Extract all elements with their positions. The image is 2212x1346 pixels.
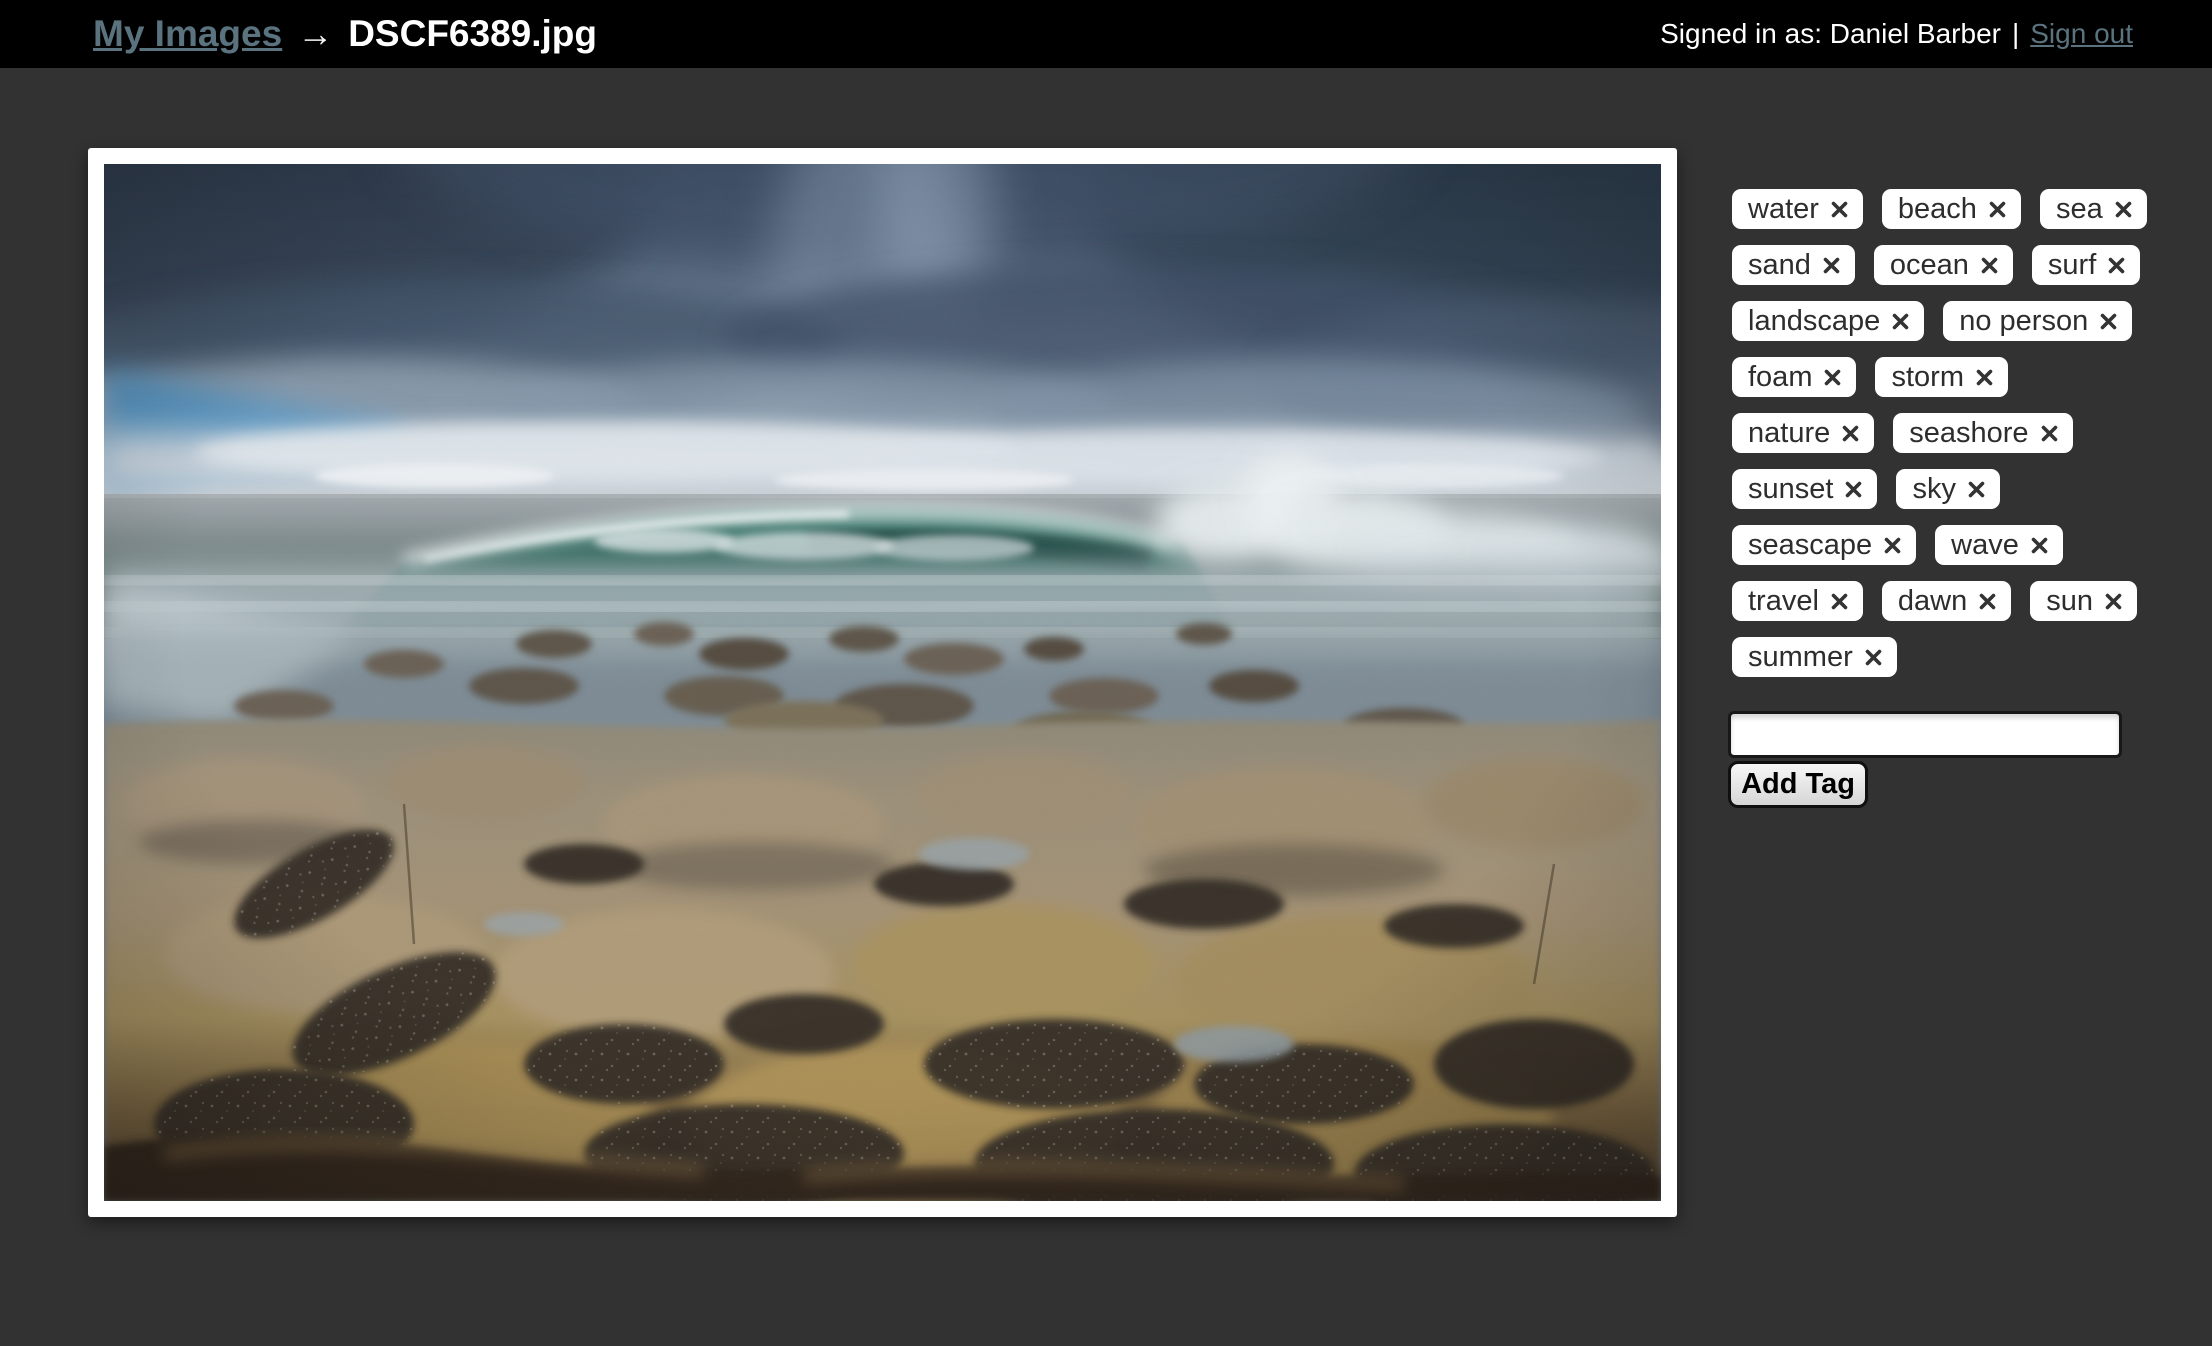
tag-pill[interactable]: dawn — [1882, 581, 2011, 621]
tag-row: sand ocean surf — [1732, 245, 2162, 285]
tag-pill[interactable]: summer — [1732, 637, 1897, 677]
remove-tag-icon[interactable] — [1841, 424, 1860, 443]
tag-label: beach — [1898, 193, 1977, 226]
tag-panel: water beach sea sand ocean surf landscap… — [1732, 189, 2162, 693]
tag-label: sea — [2056, 193, 2103, 226]
signed-in-text: Signed in as: Daniel Barber — [1660, 18, 2001, 50]
tag-row: summer — [1732, 637, 2162, 677]
tag-label: landscape — [1748, 305, 1880, 338]
photo-frame — [88, 148, 1677, 1217]
top-bar: My Images → DSCF6389.jpg Signed in as: D… — [0, 0, 2212, 68]
tag-label: surf — [2048, 249, 2096, 282]
new-tag-input[interactable] — [1728, 711, 2122, 758]
remove-tag-icon[interactable] — [1975, 368, 1994, 387]
remove-tag-icon[interactable] — [1988, 200, 2007, 219]
remove-tag-icon[interactable] — [1823, 368, 1842, 387]
tag-pill[interactable]: storm — [1875, 357, 2008, 397]
remove-tag-icon[interactable] — [2107, 256, 2126, 275]
tag-label: wave — [1951, 529, 2019, 562]
tag-list: water beach sea sand ocean surf landscap… — [1732, 189, 2162, 677]
tag-label: sun — [2046, 585, 2093, 618]
tag-row: sunset sky — [1732, 469, 2162, 509]
tag-row: travel dawn sun — [1732, 581, 2162, 621]
session-info: Signed in as: Daniel Barber | Sign out — [1660, 18, 2133, 50]
tag-pill[interactable]: seascape — [1732, 525, 1916, 565]
remove-tag-icon[interactable] — [2099, 312, 2118, 331]
tag-label: foam — [1748, 361, 1812, 394]
tag-label: sky — [1912, 473, 1956, 506]
remove-tag-icon[interactable] — [2114, 200, 2133, 219]
remove-tag-icon[interactable] — [1844, 480, 1863, 499]
remove-tag-icon[interactable] — [1980, 256, 1999, 275]
remove-tag-icon[interactable] — [1978, 592, 1997, 611]
remove-tag-icon[interactable] — [1830, 200, 1849, 219]
add-tag-button[interactable]: Add Tag — [1728, 761, 1868, 808]
tag-label: summer — [1748, 641, 1853, 674]
tag-label: seashore — [1909, 417, 2028, 450]
tag-pill[interactable]: sun — [2030, 581, 2137, 621]
tag-label: storm — [1891, 361, 1964, 394]
tag-label: no person — [1959, 305, 2088, 338]
tag-pill[interactable]: water — [1732, 189, 1863, 229]
session-separator: | — [2012, 18, 2019, 50]
tag-pill[interactable]: sand — [1732, 245, 1855, 285]
remove-tag-icon[interactable] — [1830, 592, 1849, 611]
tag-label: water — [1748, 193, 1819, 226]
tag-label: seascape — [1748, 529, 1872, 562]
breadcrumb-arrow-icon: → — [297, 13, 333, 55]
tag-pill[interactable]: nature — [1732, 413, 1874, 453]
remove-tag-icon[interactable] — [2040, 424, 2059, 443]
breadcrumb-current: DSCF6389.jpg — [348, 13, 597, 55]
tag-pill[interactable]: travel — [1732, 581, 1863, 621]
tag-label: sunset — [1748, 473, 1833, 506]
tag-row: foam storm — [1732, 357, 2162, 397]
tag-pill[interactable]: sea — [2040, 189, 2147, 229]
remove-tag-icon[interactable] — [1864, 648, 1883, 667]
my-images-link[interactable]: My Images — [93, 13, 282, 55]
tag-label: travel — [1748, 585, 1819, 618]
tag-pill[interactable]: no person — [1943, 301, 2132, 341]
tag-pill[interactable]: surf — [2032, 245, 2140, 285]
tag-row: seascape wave — [1732, 525, 2162, 565]
tag-label: nature — [1748, 417, 1830, 450]
remove-tag-icon[interactable] — [2104, 592, 2123, 611]
photo-seascape — [104, 164, 1661, 1201]
tag-row: water beach sea — [1732, 189, 2162, 229]
tag-label: sand — [1748, 249, 1811, 282]
tag-pill[interactable]: sunset — [1732, 469, 1877, 509]
tag-pill[interactable]: seashore — [1893, 413, 2072, 453]
remove-tag-icon[interactable] — [1822, 256, 1841, 275]
tag-row: nature seashore — [1732, 413, 2162, 453]
tag-row: landscape no person — [1732, 301, 2162, 341]
sign-out-link[interactable]: Sign out — [2030, 18, 2133, 50]
remove-tag-icon[interactable] — [1967, 480, 1986, 499]
tag-pill[interactable]: foam — [1732, 357, 1856, 397]
tag-pill[interactable]: sky — [1896, 469, 2000, 509]
tag-pill[interactable]: ocean — [1874, 245, 2013, 285]
breadcrumb: My Images → DSCF6389.jpg — [93, 13, 597, 55]
remove-tag-icon[interactable] — [1883, 536, 1902, 555]
remove-tag-icon[interactable] — [1891, 312, 1910, 331]
tag-pill[interactable]: wave — [1935, 525, 2063, 565]
tag-label: dawn — [1898, 585, 1967, 618]
remove-tag-icon[interactable] — [2030, 536, 2049, 555]
tag-pill[interactable]: landscape — [1732, 301, 1924, 341]
tag-pill[interactable]: beach — [1882, 189, 2021, 229]
tag-label: ocean — [1890, 249, 1969, 282]
